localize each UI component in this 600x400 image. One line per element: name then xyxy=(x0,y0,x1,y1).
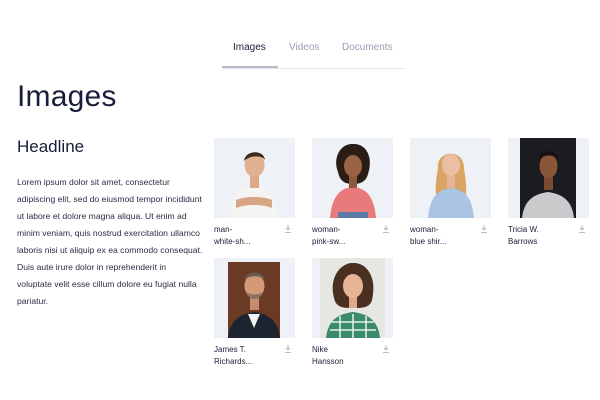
image-caption: James T. Richards... xyxy=(214,344,274,368)
image-caption-line: James T. xyxy=(214,345,246,354)
image-card[interactable]: man- white-sh... xyxy=(214,138,295,256)
tab-videos[interactable]: Videos xyxy=(289,42,319,53)
image-caption-line: Hansson xyxy=(312,357,344,366)
image-caption-line: woman- xyxy=(410,225,439,234)
download-icon[interactable] xyxy=(577,224,587,234)
image-caption-line: man- xyxy=(214,225,233,234)
image-card[interactable]: woman- blue shir... xyxy=(410,138,491,256)
image-caption: woman- pink-sw... xyxy=(312,224,372,248)
page-title: Images xyxy=(17,80,117,113)
image-caption-line: woman- xyxy=(312,225,341,234)
image-thumbnail[interactable] xyxy=(312,258,393,338)
image-card[interactable]: woman- pink-sw... xyxy=(312,138,393,256)
download-icon[interactable] xyxy=(381,224,391,234)
image-card[interactable]: Tricia W. Barrows xyxy=(508,138,589,256)
image-card[interactable]: James T. Richards... xyxy=(214,258,295,376)
image-caption-line: Richards... xyxy=(214,357,253,366)
body-text: Lorem ipsum dolor sit amet, consectetur … xyxy=(17,177,203,306)
image-thumbnail[interactable] xyxy=(312,138,393,218)
download-icon[interactable] xyxy=(283,224,293,234)
image-caption-line: white-sh... xyxy=(214,237,251,246)
image-caption: Tricia W. Barrows xyxy=(508,224,568,248)
image-caption-line: pink-sw... xyxy=(312,237,346,246)
image-card[interactable]: Nike Hansson xyxy=(312,258,393,376)
image-caption-line: Tricia W. xyxy=(508,225,539,234)
download-icon[interactable] xyxy=(283,344,293,354)
tab-images[interactable]: Images xyxy=(233,42,266,53)
image-thumbnail[interactable] xyxy=(410,138,491,218)
image-caption: woman- blue shir... xyxy=(410,224,470,248)
image-caption-line: Nike xyxy=(312,345,329,354)
image-thumbnail[interactable] xyxy=(214,138,295,218)
download-icon[interactable] xyxy=(381,344,391,354)
image-thumbnail[interactable] xyxy=(214,258,295,338)
image-thumbnail[interactable] xyxy=(508,138,589,218)
tab-documents[interactable]: Documents xyxy=(342,42,393,53)
headline: Headline xyxy=(17,137,85,156)
tab-bar: Images Videos Documents xyxy=(222,34,404,69)
image-caption: Nike Hansson xyxy=(312,344,372,368)
image-caption-line: blue shir... xyxy=(410,237,447,246)
download-icon[interactable] xyxy=(479,224,489,234)
image-caption: man- white-sh... xyxy=(214,224,274,248)
image-caption-line: Barrows xyxy=(508,237,538,246)
active-tab-indicator xyxy=(222,66,278,68)
